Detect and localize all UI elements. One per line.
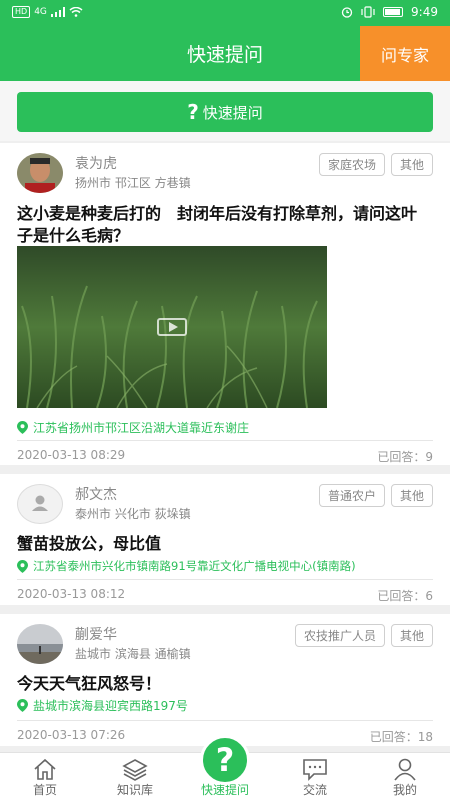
address-text: 盐城市滨海县迎宾西路197号 xyxy=(33,699,188,713)
wifi-icon xyxy=(69,7,83,17)
user-location: 扬州市 邗江区 方巷镇 xyxy=(75,176,191,190)
hd-indicator: HD xyxy=(12,6,31,18)
tab-label: 我的 xyxy=(392,783,417,797)
user-type-tag: 农技推广人员 xyxy=(294,624,385,647)
alarm-icon xyxy=(341,7,353,18)
question-title[interactable]: 这小麦是种麦后打的 封闭年后没有打除草剂，请问这叶子是什么毛病？ xyxy=(17,203,427,247)
post-address: 江苏省扬州市邗江区沿湖大道靠近东谢庄 xyxy=(17,419,249,436)
quick-ask-button[interactable]: ? 快速提问 xyxy=(17,92,433,132)
signal-icon xyxy=(50,7,65,17)
post-address: 盐城市滨海县迎宾西路197号 xyxy=(17,697,188,714)
location-pin-icon xyxy=(17,699,28,712)
vibrate-icon xyxy=(361,6,375,18)
location-pin-icon xyxy=(17,421,28,434)
category-tag: 其他 xyxy=(390,624,433,647)
user-location: 盐城市 滨海县 通榆镇 xyxy=(75,647,191,661)
quick-ask-label: 快速提问 xyxy=(202,103,263,122)
post-address: 江苏省泰州市兴化市镇南路91号靠近文化广播电视中心(镇南路) xyxy=(17,558,356,574)
layers-icon xyxy=(122,759,148,781)
question-card[interactable]: 袁为虎 扬州市 邗江区 方巷镇 家庭农场 其他 这小麦是种麦后打的 封闭年后没有… xyxy=(0,143,450,465)
clock: 9:49 xyxy=(411,5,438,19)
post-time: 2020-03-13 07:26 xyxy=(17,728,126,742)
play-icon[interactable] xyxy=(157,318,187,336)
category-tag: 其他 xyxy=(390,153,433,176)
answer-count: 已回答：6 xyxy=(377,589,433,603)
tab-community[interactable]: 交流 xyxy=(270,753,360,800)
post-footer: 2020-03-13 08:12 已回答：6 xyxy=(17,579,433,607)
tab-label: 首页 xyxy=(32,783,57,797)
user-name[interactable]: 郝文杰 xyxy=(75,484,117,504)
question-icon: ? xyxy=(187,100,199,124)
tab-profile[interactable]: 我的 xyxy=(360,753,450,800)
post-time: 2020-03-13 08:29 xyxy=(17,448,126,462)
tab-label: 交流 xyxy=(302,783,327,797)
question-video[interactable] xyxy=(17,246,327,408)
question-title[interactable]: 蟹苗投放公，母比值 xyxy=(17,533,427,555)
post-footer: 2020-03-13 08:29 已回答：9 xyxy=(17,440,433,468)
home-icon xyxy=(34,758,56,780)
avatar[interactable] xyxy=(17,153,63,193)
user-type-tag: 普通农户 xyxy=(318,484,385,507)
question-icon[interactable]: ? xyxy=(200,735,250,785)
network-indicator: 4G xyxy=(34,7,47,17)
chat-icon xyxy=(303,759,327,781)
question-card[interactable]: 蒯爱华 盐城市 滨海县 通榆镇 农技推广人员 其他 今天天气狂风怒号！ 盐城市滨… xyxy=(0,614,450,746)
answer-count: 已回答：18 xyxy=(369,730,433,744)
address-text: 江苏省扬州市邗江区沿湖大道靠近东谢庄 xyxy=(33,421,250,435)
user-location: 泰州市 兴化市 荻垛镇 xyxy=(75,507,191,521)
status-bar: HD 4G 9:49 xyxy=(0,0,450,26)
user-icon xyxy=(394,758,416,781)
avatar[interactable] xyxy=(17,484,63,524)
location-pin-icon xyxy=(17,559,28,573)
user-type-tag: 家庭农场 xyxy=(318,153,385,176)
bottom-tab-bar: 首页 知识库 快速提问 ? 交流 我的 xyxy=(0,735,450,800)
category-tag: 其他 xyxy=(390,484,433,507)
header-bar: 快速提问 问专家 xyxy=(0,26,450,81)
post-time: 2020-03-13 08:12 xyxy=(17,587,126,601)
tab-label: 知识库 xyxy=(116,783,153,797)
question-title[interactable]: 今天天气狂风怒号！ xyxy=(17,673,427,695)
quick-ask-band: ? 快速提问 xyxy=(0,81,450,141)
tab-home[interactable]: 首页 xyxy=(0,753,90,800)
question-card[interactable]: 郝文杰 泰州市 兴化市 荻垛镇 普通农户 其他 蟹苗投放公，母比值 江苏省泰州市… xyxy=(0,474,450,605)
address-text: 江苏省泰州市兴化市镇南路91号靠近文化广播电视中心(镇南路) xyxy=(33,559,356,573)
ask-expert-button[interactable]: 问专家 xyxy=(360,26,450,81)
avatar[interactable] xyxy=(17,624,63,664)
tab-knowledge[interactable]: 知识库 xyxy=(90,753,180,800)
user-name[interactable]: 蒯爱华 xyxy=(75,624,117,644)
answer-count: 已回答：9 xyxy=(377,450,433,464)
user-name[interactable]: 袁为虎 xyxy=(75,153,117,173)
battery-icon xyxy=(383,7,404,17)
